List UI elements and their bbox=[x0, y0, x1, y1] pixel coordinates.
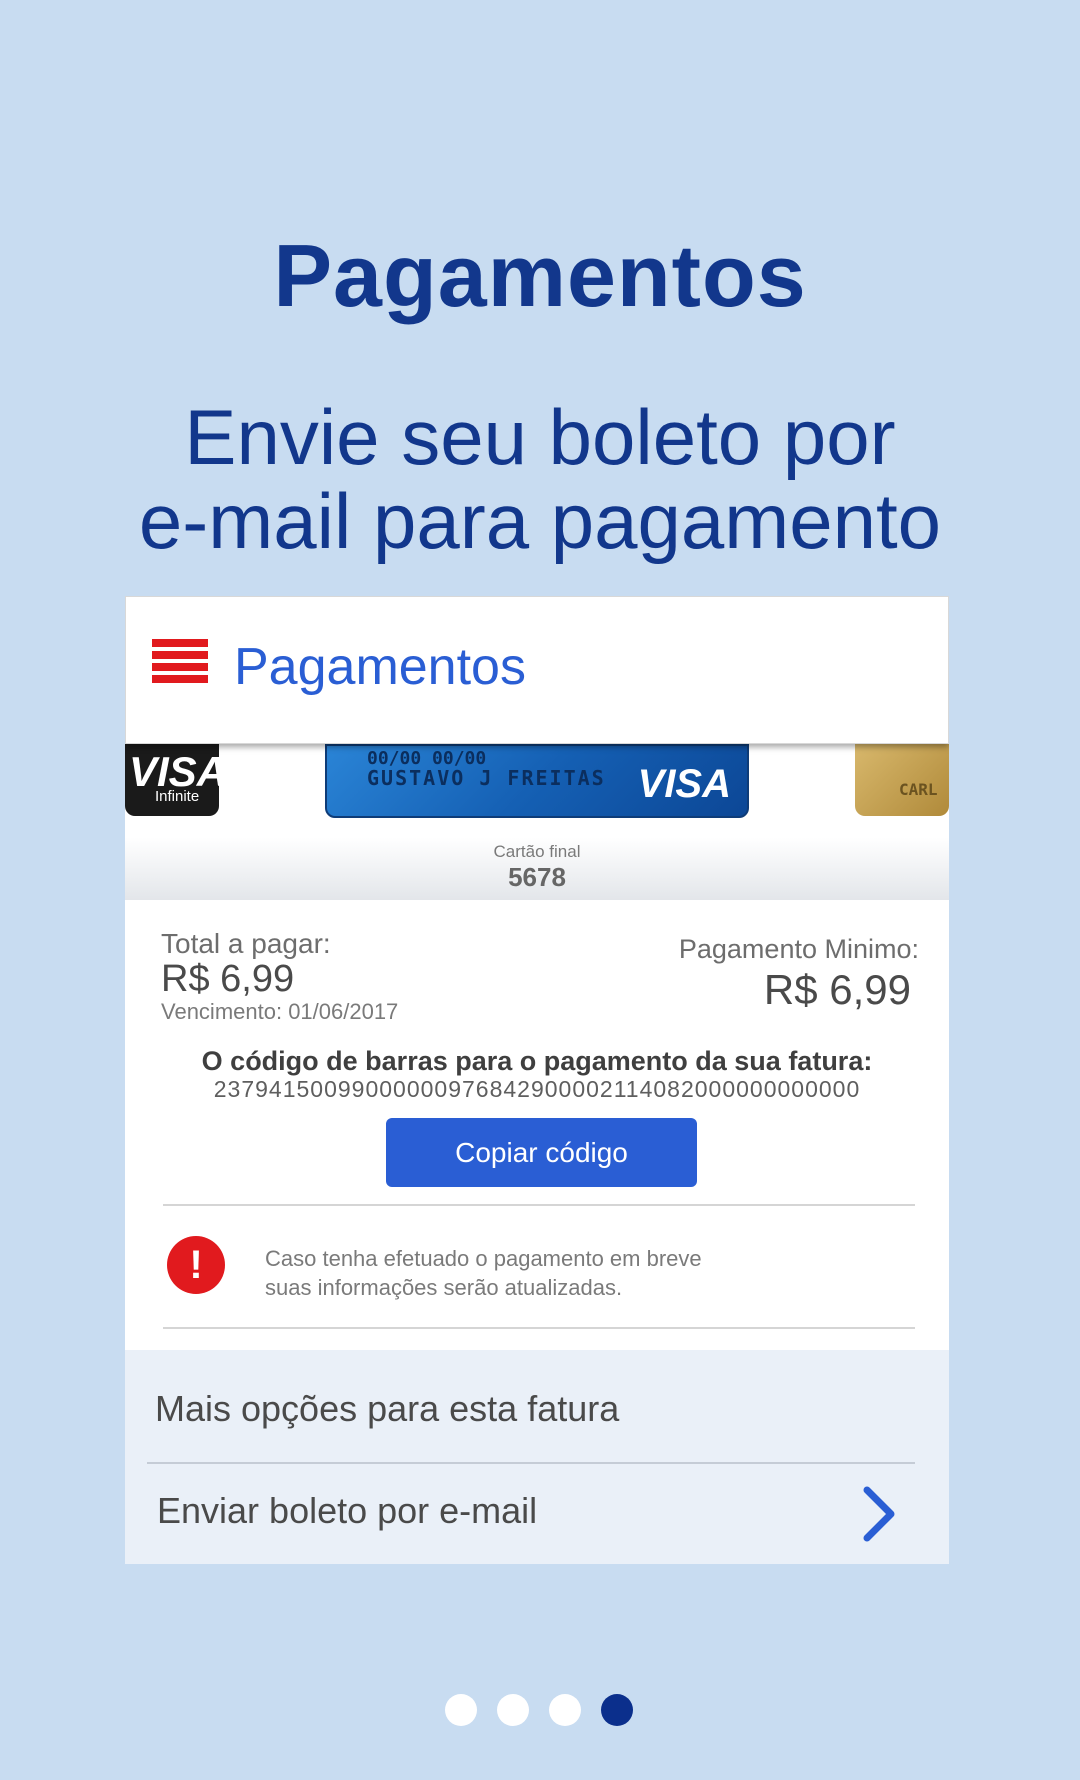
minimum-payment-value: R$ 6,99 bbox=[763, 966, 911, 1013]
due-date: Vencimento: 01/06/2017 bbox=[161, 999, 399, 1024]
card-selected[interactable]: 00/00 00/00 GUSTAVO J FREITAS VISA bbox=[325, 744, 749, 818]
barcode-title: O código de barras para o pagamento da s… bbox=[201, 1046, 873, 1076]
chevron-right-icon bbox=[863, 1486, 895, 1542]
copy-code-button[interactable]: Copiar código bbox=[386, 1118, 697, 1187]
card-holder: GUSTAVO J FREITAS bbox=[367, 766, 606, 790]
divider bbox=[163, 1204, 915, 1206]
page-dot-3[interactable] bbox=[549, 1694, 581, 1726]
app-title: Pagamentos bbox=[234, 638, 526, 696]
page-dot-1[interactable] bbox=[445, 1694, 477, 1726]
page-indicator bbox=[445, 1694, 633, 1726]
card-final-label: Cartão final bbox=[493, 842, 581, 861]
card-holder-right: CARL bbox=[899, 780, 938, 799]
total-value: R$ 6,99 bbox=[161, 958, 295, 1000]
app-screenshot: Pagamentos VISA Infinite 00/00 00/00 GUS… bbox=[125, 596, 949, 1564]
card-gold[interactable]: CARL bbox=[855, 744, 949, 816]
page-dot-2[interactable] bbox=[497, 1694, 529, 1726]
alert-line-1: Caso tenha efetuado o pagamento em breve bbox=[265, 1246, 702, 1271]
minimum-payment-label: Pagamento Minimo: bbox=[678, 934, 919, 964]
card-tier: Infinite bbox=[155, 788, 200, 805]
alert-line-2: suas informações serão atualizadas. bbox=[265, 1275, 623, 1300]
visa-logo: VISA bbox=[637, 762, 731, 806]
alert-message: Caso tenha efetuado o pagamento em breve… bbox=[265, 1244, 702, 1302]
page-dot-4-active[interactable] bbox=[601, 1694, 633, 1726]
alert-icon: ! bbox=[167, 1236, 225, 1294]
app-bar: Pagamentos bbox=[125, 596, 949, 744]
promo-subline-2: e-mail para pagamento bbox=[138, 477, 942, 565]
hamburger-menu-icon[interactable] bbox=[152, 639, 208, 691]
divider bbox=[147, 1462, 915, 1464]
card-visa-infinite[interactable]: VISA Infinite bbox=[125, 744, 219, 816]
options-title: Mais opções para esta fatura bbox=[155, 1388, 620, 1429]
divider bbox=[163, 1327, 915, 1329]
send-boleto-email-label: Enviar boleto por e-mail bbox=[157, 1490, 538, 1531]
total-label: Total a pagar: bbox=[161, 928, 331, 959]
promo-subline: Envie seu boleto por e-mail para pagamen… bbox=[0, 395, 1080, 563]
promo-headline: Pagamentos bbox=[273, 226, 807, 325]
barcode-number: 2379415009900000097684290000211408200000… bbox=[213, 1076, 861, 1102]
card-final-number: 5678 bbox=[508, 862, 566, 892]
card-carousel[interactable]: VISA Infinite 00/00 00/00 GUSTAVO J FREI… bbox=[125, 744, 949, 900]
send-boleto-email-item[interactable]: Enviar boleto por e-mail bbox=[147, 1466, 915, 1564]
promo-subline-1: Envie seu boleto por bbox=[184, 393, 896, 481]
invoice-options: Mais opções para esta fatura Enviar bole… bbox=[125, 1350, 949, 1564]
